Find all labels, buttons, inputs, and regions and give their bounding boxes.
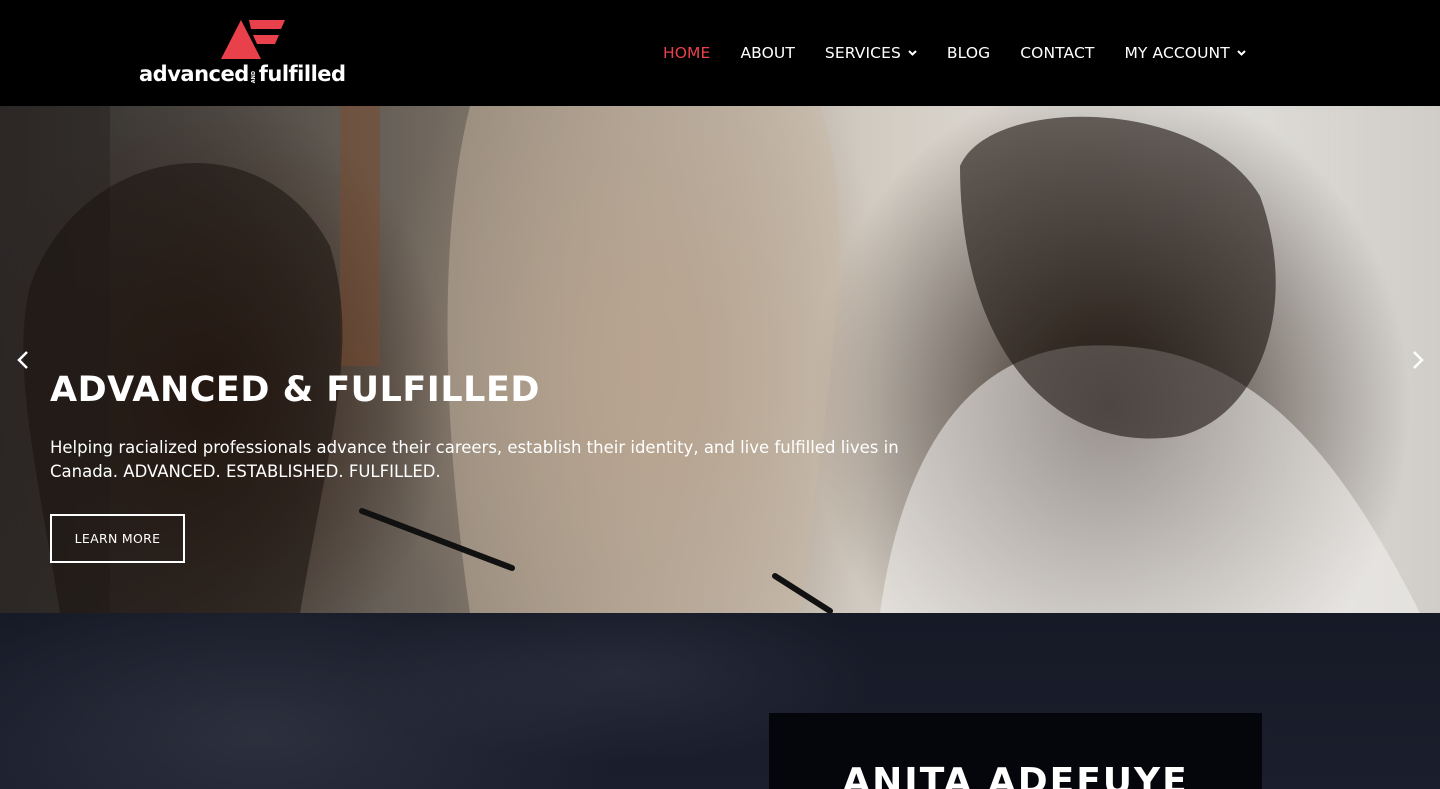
slider-prev-icon[interactable] [13,349,33,371]
about-section: ANITA ADEFUYE [0,613,1440,789]
logo-word-advanced: advanced [139,62,249,86]
nav-item-contact[interactable]: CONTACT [1020,44,1094,62]
profile-name: ANITA ADEFUYE [842,761,1189,789]
nav-item-label: ABOUT [740,44,795,62]
profile-card: ANITA ADEFUYE [769,713,1262,789]
logo-wordmark: advanced AND fulfilled [139,62,346,86]
hero-subtitle: Helping racialized professionals advance… [50,438,899,481]
logo-word-fulfilled: fulfilled [258,62,346,86]
hero-title: ADVANCED & FULFILLED [50,370,540,410]
nav-item-label: MY ACCOUNT [1124,44,1230,62]
nav-item-home[interactable]: HOME [663,44,710,62]
slider-next-icon[interactable] [1408,349,1428,371]
nav-item-label: CONTACT [1020,44,1095,62]
hero-slider: ADVANCED & FULFILLED Helping racialized … [0,106,1440,613]
hero-background-image [0,106,1420,613]
learn-more-button[interactable]: LEARN MORE [50,514,185,563]
nav-item-blog[interactable]: BLOG [947,44,990,62]
logo-word-and: AND [250,70,257,83]
chevron-down-icon [908,50,917,56]
site-logo[interactable]: advanced AND fulfilled [139,18,359,90]
chevron-down-icon [1237,50,1246,56]
nav-item-services[interactable]: SERVICES [825,44,917,62]
logo-mark-icon [221,20,285,59]
nav-item-label: SERVICES [824,44,901,62]
nav-item-label: HOME [663,44,711,62]
main-nav: HOME ABOUT SERVICES BLOG CONTACT MY ACCO… [663,40,1246,66]
nav-item-label: BLOG [946,44,991,62]
learn-more-label: LEARN MORE [74,531,161,546]
nav-item-my-account[interactable]: MY ACCOUNT [1124,44,1246,62]
site-header: advanced AND fulfilled HOME ABOUT SERVIC… [0,0,1440,106]
nav-item-about[interactable]: ABOUT [740,44,794,62]
